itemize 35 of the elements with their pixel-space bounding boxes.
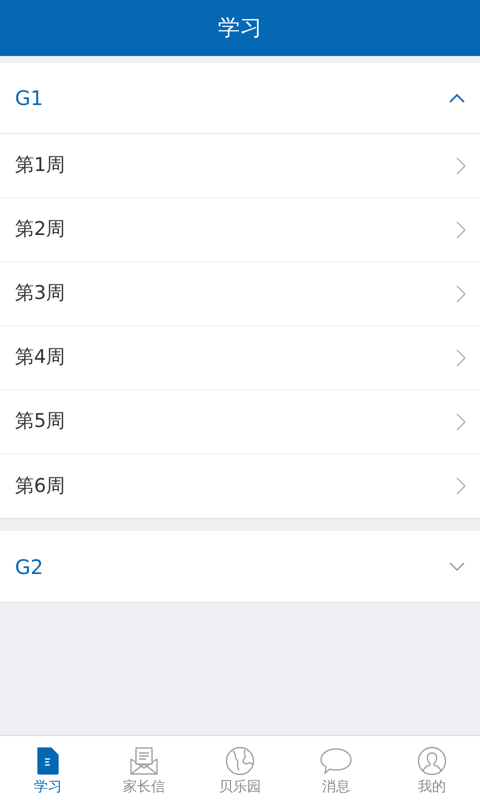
week-label: 第5周 xyxy=(15,409,66,434)
tab[interactable]: 家长信 xyxy=(96,736,192,800)
chevron-up-icon xyxy=(449,93,465,103)
tab[interactable]: 消息 xyxy=(288,736,384,800)
week-label: 第2周 xyxy=(15,217,66,242)
tab[interactable]: 我的 xyxy=(384,736,480,800)
week-label: 第1周 xyxy=(15,153,66,178)
globe-icon xyxy=(225,746,255,776)
week-label: 第6周 xyxy=(15,474,66,499)
chevron-right-icon xyxy=(456,220,466,238)
chevron-down-icon xyxy=(449,562,465,572)
group-title: G2 xyxy=(15,554,44,580)
week-row[interactable]: 第4周 xyxy=(0,326,480,390)
group-header[interactable]: G1 xyxy=(0,63,480,134)
user-icon xyxy=(417,746,447,776)
chevron-right-icon xyxy=(456,284,466,302)
week-row[interactable]: 第2周 xyxy=(0,198,480,262)
group-title: G1 xyxy=(15,85,44,112)
chevron-right-icon xyxy=(456,477,466,495)
chevron-right-icon xyxy=(456,412,466,430)
week-row[interactable]: 第5周 xyxy=(0,390,480,454)
group-header[interactable]: G2 xyxy=(0,531,480,602)
week-label: 第4周 xyxy=(15,345,66,370)
page-title: 学习 xyxy=(218,14,262,42)
envelope-icon xyxy=(129,746,159,774)
document-icon xyxy=(36,746,60,774)
chevron-right-icon xyxy=(456,348,466,366)
speech-bubble-icon xyxy=(319,746,353,774)
tab[interactable]: 贝乐园 xyxy=(192,736,288,800)
week-row[interactable]: 第1周 xyxy=(0,134,480,198)
week-label: 第3周 xyxy=(15,281,66,306)
week-row[interactable]: 第6周 xyxy=(0,454,480,518)
chevron-right-icon xyxy=(456,156,466,174)
week-row[interactable]: 第3周 xyxy=(0,262,480,326)
tab[interactable]: 学习 xyxy=(0,736,96,800)
